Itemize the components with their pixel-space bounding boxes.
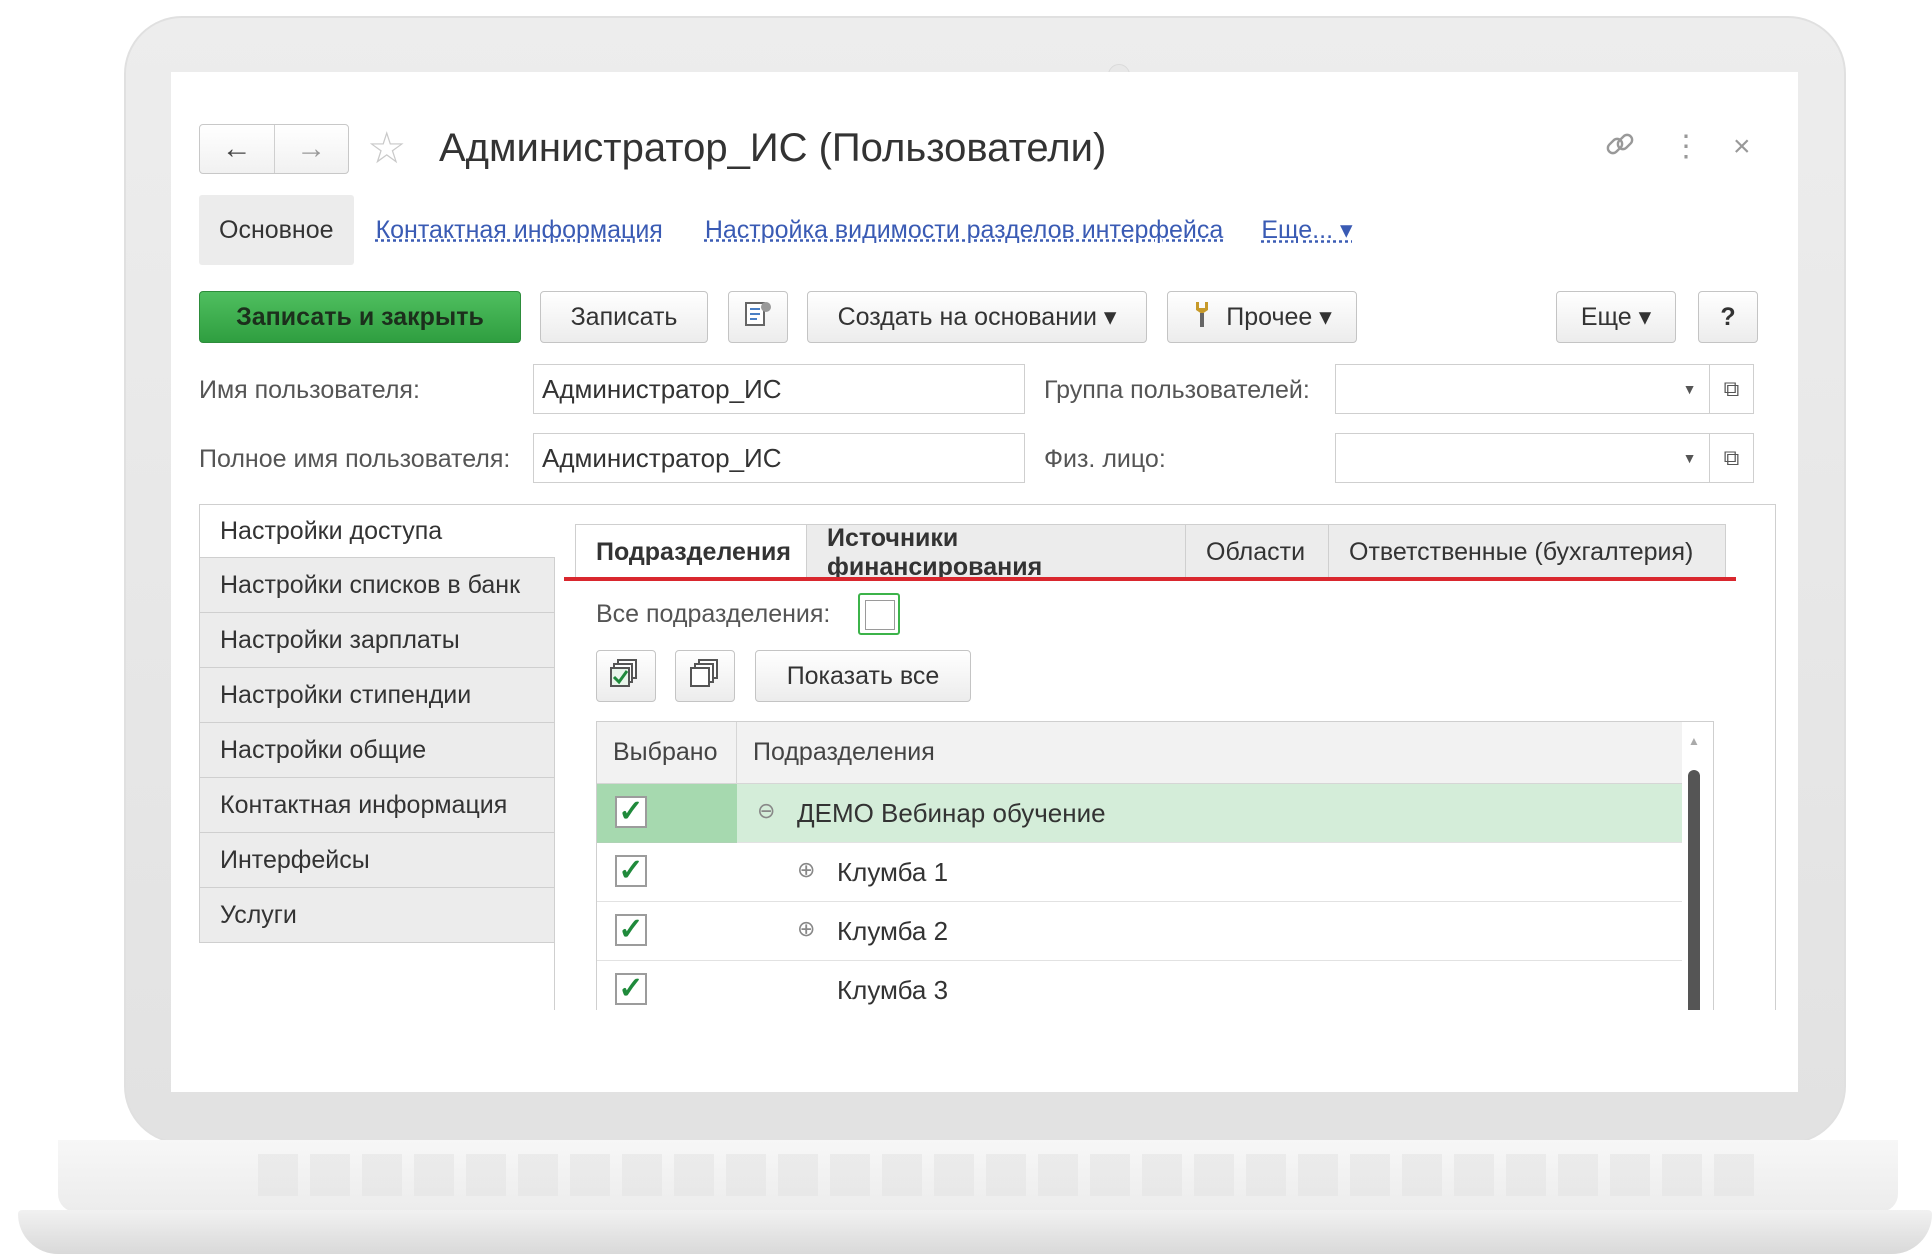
access-tabs: Подразделения Источники финансирования О… [575, 524, 1726, 581]
settings-menu-item[interactable]: Настройки доступа [199, 504, 555, 558]
department-name: Клумба 2 [837, 916, 949, 946]
person-open[interactable]: ⧉ [1710, 433, 1754, 483]
uncheck-all-button[interactable] [675, 650, 735, 702]
settings-menu: Настройки доступа Настройки списков в ба… [199, 504, 555, 943]
section-visibility-link[interactable]: Настройка видимости разделов интерфейса [705, 216, 1223, 245]
tab-funding-sources[interactable]: Источники финансирования [806, 524, 1186, 581]
forward-button[interactable]: → [273, 125, 349, 173]
help-button[interactable]: ? [1698, 291, 1758, 343]
report-icon [743, 299, 773, 336]
section-main[interactable]: Основное [199, 195, 354, 265]
show-all-button[interactable]: Показать все [755, 650, 971, 702]
back-button[interactable]: ← [200, 125, 274, 173]
settings-menu-item[interactable]: Интерфейсы [199, 833, 555, 888]
tab-responsible-accounting[interactable]: Ответственные (бухгалтерия) [1328, 524, 1726, 580]
check-all-icon [610, 658, 642, 695]
fullname-label: Полное имя пользователя: [199, 445, 511, 473]
close-icon[interactable]: × [1733, 127, 1751, 167]
settings-menu-item[interactable]: Настройки списков в банк [199, 558, 555, 613]
column-header-selected[interactable]: Выбрано [597, 722, 737, 784]
all-departments-label: Все подразделения: [596, 600, 831, 628]
settings-menu-item[interactable]: Настройки зарплаты [199, 613, 555, 668]
uncheck-all-icon [689, 658, 721, 695]
expand-icon[interactable]: ⊕ [797, 916, 815, 942]
open-window-icon: ⧉ [1723, 376, 1740, 401]
save-button[interactable]: Записать [540, 291, 708, 343]
favorite-star-icon[interactable]: ☆ [367, 124, 406, 174]
user-group-label: Группа пользователей: [1044, 376, 1310, 404]
back-arrow-icon: ← [221, 132, 252, 165]
expand-icon[interactable]: ⊕ [797, 857, 815, 883]
row-checkbox[interactable]: ✓ [615, 914, 647, 946]
link-icon[interactable] [1603, 127, 1637, 172]
row-checkbox[interactable]: ✓ [615, 796, 647, 828]
user-group-field[interactable] [1335, 364, 1674, 414]
laptop-base-edge [18, 1210, 1932, 1254]
navigation-group: ← → [199, 124, 349, 174]
screen: ← → ☆ Администратор_ИС (Пользователи) ⋮ … [171, 72, 1798, 1092]
table-row[interactable]: ✓ ⊖ ДЕМО Вебинар обучение [597, 784, 1682, 843]
settings-menu-item[interactable]: Настройки стипендии [199, 668, 555, 723]
table-row[interactable]: ✓ ⊕ Клумба 2 [597, 902, 1682, 961]
chevron-down-icon: ▼ [1682, 450, 1697, 466]
tab-departments[interactable]: Подразделения [575, 524, 807, 580]
more-button[interactable]: Еще ▾ [1556, 291, 1676, 343]
person-dropdown[interactable]: ▼ [1670, 433, 1710, 483]
column-header-departments[interactable]: Подразделения [737, 722, 1682, 784]
row-checkbox[interactable]: ✓ [615, 973, 647, 1005]
department-name: Клумба 3 [837, 975, 949, 1005]
scroll-up-icon[interactable]: ▲ [1688, 734, 1700, 748]
user-group-dropdown[interactable]: ▼ [1670, 364, 1710, 414]
all-departments-checkbox[interactable] [858, 593, 900, 635]
active-tab-indicator [564, 577, 1736, 581]
chevron-down-icon: ▼ [1682, 381, 1697, 397]
tab-areas[interactable]: Области [1185, 524, 1329, 580]
table-row[interactable]: ✓ ⊕ Клумба 1 [597, 843, 1682, 902]
person-label: Физ. лицо: [1044, 445, 1166, 473]
department-name: Клумба 1 [837, 857, 949, 887]
username-label: Имя пользователя: [199, 376, 420, 404]
create-based-on-button[interactable]: Создать на основании ▾ [807, 291, 1147, 343]
forward-arrow-icon: → [296, 132, 327, 165]
keyboard [258, 1154, 1758, 1196]
section-bar: Основное Контактная информация Настройка… [199, 195, 1353, 265]
wrench-icon [1192, 300, 1212, 335]
row-checkbox[interactable]: ✓ [615, 855, 647, 887]
more-actions-icon[interactable]: ⋮ [1671, 127, 1701, 167]
screen-bottom-blank [171, 1010, 1798, 1092]
user-group-open[interactable]: ⧉ [1710, 364, 1754, 414]
username-field[interactable]: Администратор_ИС [533, 364, 1025, 414]
other-button-label: Прочее ▾ [1226, 303, 1332, 331]
department-name: ДЕМО Вебинар обучение [797, 798, 1106, 828]
settings-menu-item[interactable]: Услуги [199, 888, 555, 943]
save-and-close-button[interactable]: Записать и закрыть [199, 291, 521, 343]
settings-menu-item[interactable]: Контактная информация [199, 778, 555, 833]
report-button[interactable] [728, 291, 788, 343]
section-contact-link[interactable]: Контактная информация [376, 216, 663, 245]
fullname-field[interactable]: Администратор_ИС [533, 433, 1025, 483]
check-all-button[interactable] [596, 650, 656, 702]
person-field[interactable] [1335, 433, 1674, 483]
other-button[interactable]: Прочее ▾ [1167, 291, 1357, 343]
laptop-base [18, 1140, 1932, 1260]
open-window-icon: ⧉ [1723, 445, 1740, 470]
keyboard-deck [58, 1140, 1898, 1212]
page-title: Администратор_ИС (Пользователи) [439, 126, 1107, 170]
settings-menu-item[interactable]: Настройки общие [199, 723, 555, 778]
section-more-link[interactable]: Еще... ▾ [1261, 215, 1352, 245]
collapse-icon[interactable]: ⊖ [757, 798, 775, 824]
